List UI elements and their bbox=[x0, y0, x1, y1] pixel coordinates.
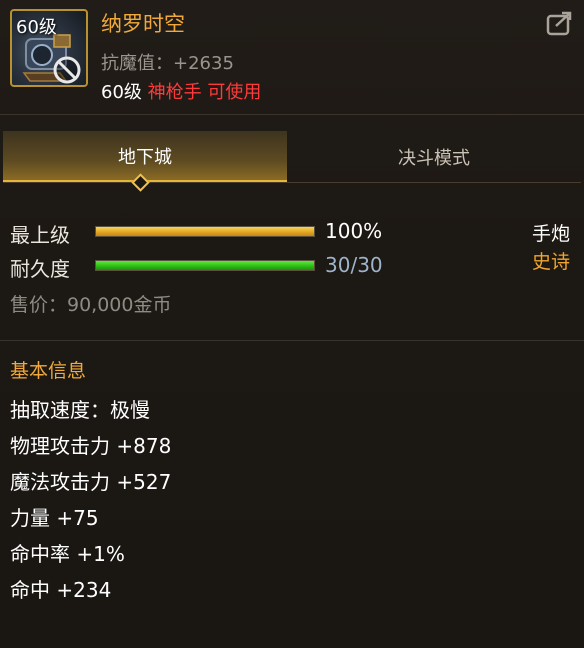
durability-label: 耐久度 bbox=[10, 257, 70, 281]
info-item: 命中率 +1% bbox=[10, 542, 125, 566]
tab-pvp[interactable]: 决斗模式 bbox=[287, 131, 581, 183]
sell-price: 售价：90,000金币 bbox=[10, 294, 172, 316]
item-name: 纳罗时空 bbox=[101, 12, 185, 36]
durability-bar-fill bbox=[96, 261, 314, 270]
item-stat-line: 抗魔值：+2635 bbox=[101, 53, 234, 74]
no-entry-icon bbox=[53, 56, 81, 84]
tab-underline bbox=[3, 182, 581, 183]
share-icon[interactable] bbox=[546, 10, 574, 36]
grade-label: 最上级 bbox=[10, 223, 70, 247]
info-item: 命中 +234 bbox=[10, 578, 112, 602]
rarity-label: 史诗 bbox=[531, 251, 570, 273]
info-item: 魔法攻击力 +527 bbox=[10, 470, 172, 494]
required-level: 60级 bbox=[101, 82, 142, 103]
weapon-type: 手炮 bbox=[531, 223, 570, 245]
tab-dungeon[interactable]: 地下城 bbox=[3, 131, 287, 183]
basic-info-list: 抽取速度：极慢 物理攻击力 +878 魔法攻击力 +527 力量 +75 命中率… bbox=[10, 392, 171, 608]
info-item: 力量 +75 bbox=[10, 506, 99, 530]
mode-tabs: 地下城 决斗模式 bbox=[0, 131, 584, 183]
header-divider bbox=[0, 114, 584, 115]
grade-bar bbox=[95, 226, 315, 237]
item-icon[interactable]: 60级 bbox=[10, 9, 88, 87]
info-item: 物理攻击力 +878 bbox=[10, 434, 172, 458]
basic-info-title: 基本信息 bbox=[10, 360, 87, 382]
item-tooltip-panel: 60级 纳罗时空 抗魔值：+2635 60级 神枪手 可使用 地下城 决斗模式 … bbox=[0, 0, 584, 648]
durability-value: 30/30 bbox=[325, 253, 383, 277]
info-item: 抽取速度：极慢 bbox=[10, 398, 150, 422]
item-requirement: 60级 神枪手 可使用 bbox=[101, 78, 261, 104]
grade-bar-fill bbox=[96, 227, 314, 236]
item-level-badge: 60级 bbox=[16, 17, 57, 38]
required-class: 神枪手 可使用 bbox=[147, 82, 262, 103]
grade-value: 100% bbox=[325, 219, 383, 243]
durability-bar bbox=[95, 260, 315, 271]
section-divider bbox=[0, 340, 584, 341]
